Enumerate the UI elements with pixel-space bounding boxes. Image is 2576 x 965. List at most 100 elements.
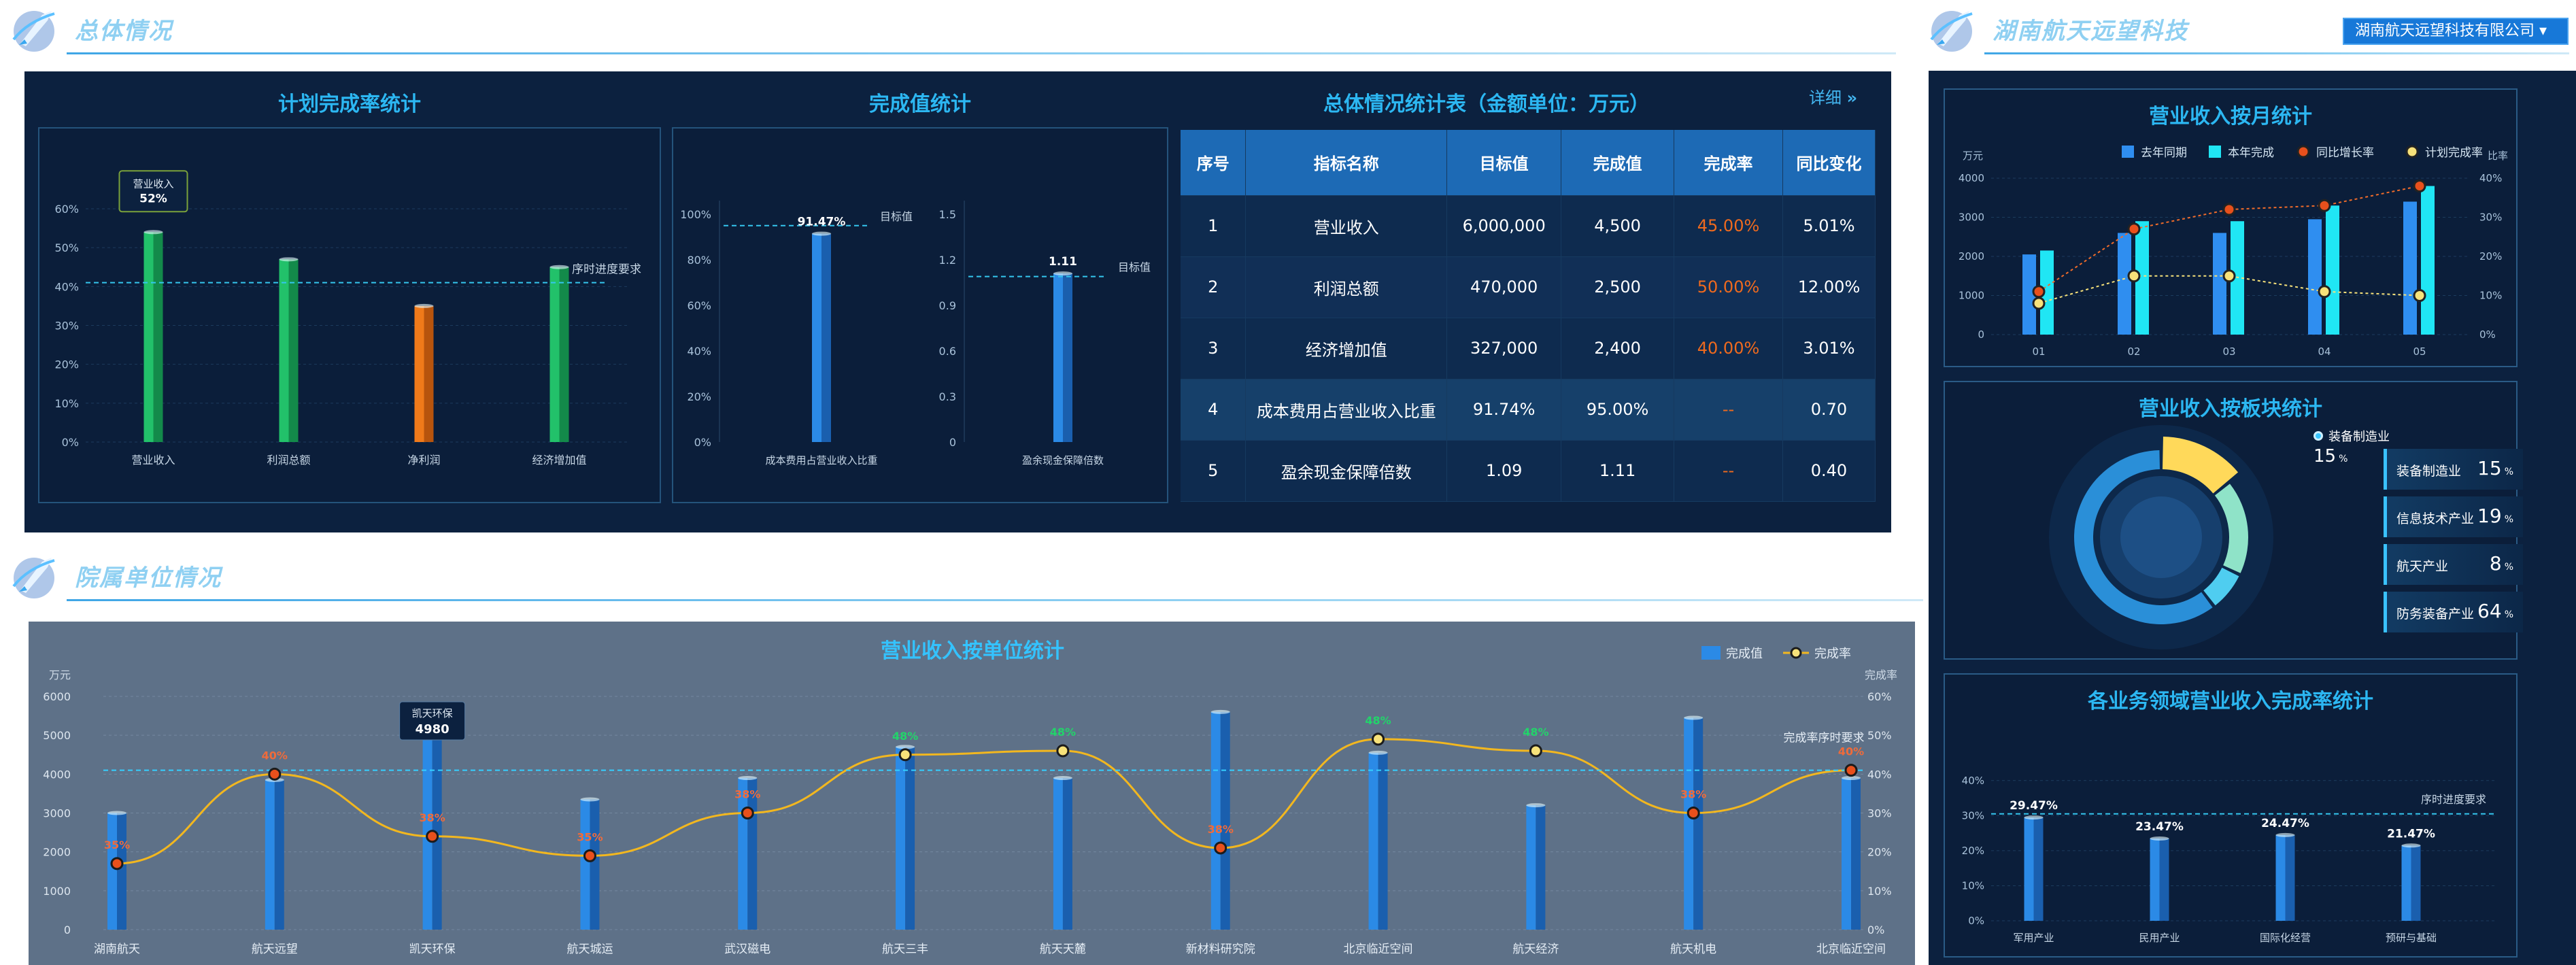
domain-bar-face <box>2150 838 2160 921</box>
x-tick-label: 01 <box>2032 345 2045 358</box>
plan-bar-side <box>288 259 299 442</box>
segment-value-number: 8 <box>2489 552 2502 575</box>
plan-chart-title: 计划完成率统计 <box>278 92 421 116</box>
last-year-bar <box>2403 201 2417 335</box>
y-tick-label: 0% <box>62 436 79 449</box>
x-tick-label: 航天三丰 <box>882 943 928 956</box>
plan-point <box>2222 269 2236 283</box>
bar-value-label: 24.47% <box>2261 817 2309 830</box>
y-tick-label: 10% <box>1962 879 1984 892</box>
rate-label: 38% <box>1680 788 1706 801</box>
domain-bar-side <box>2285 834 2295 921</box>
segment-name: 航天产业 <box>2396 559 2449 574</box>
y-left-unit: 万元 <box>1963 150 1983 162</box>
done-bar <box>812 231 831 442</box>
table-cell: 2,400 <box>1561 318 1675 379</box>
x-tick-label: 武汉磁电 <box>724 943 770 956</box>
domain-bar-cap <box>2275 832 2295 837</box>
table-header-cell: 目标值 <box>1446 130 1562 196</box>
tooltip-value: 4980 <box>416 722 450 737</box>
y-tick-label: 40% <box>687 345 711 358</box>
plan-point <box>2032 297 2046 310</box>
table-cell: 1.09 <box>1446 440 1562 502</box>
table-header-cell: 同比变化 <box>1782 130 1876 196</box>
rocket-logo-icon <box>1930 11 1973 52</box>
domain-bar-side <box>2411 845 2421 921</box>
unit-bar-cap <box>738 776 758 781</box>
unit-bar-face <box>107 813 117 930</box>
plan-bar-cap <box>279 257 299 262</box>
plan-bar <box>549 265 569 442</box>
done-bar-cap <box>1053 271 1072 276</box>
segment-legend-item: 信息技术产业 19% <box>2384 496 2523 537</box>
x-tick-label: 成本费用占营业收入比重 <box>765 454 877 467</box>
unit-bar-side <box>117 813 126 930</box>
y-tick-label: 60% <box>687 299 711 312</box>
yoy-point <box>2318 199 2331 212</box>
unit-bar-cap <box>580 797 600 802</box>
y-right-tick-label: 30% <box>2479 211 2502 224</box>
table-cell: 2 <box>1181 256 1247 318</box>
plan-tooltip: 营业收入 52% <box>118 170 188 213</box>
rate-point <box>583 849 596 862</box>
summary-table-title: 总体情况统计表（金额单位：万元） <box>1323 92 1650 116</box>
y-tick-label: 2000 <box>43 846 71 859</box>
x-tick-label: 航天城运 <box>566 943 613 956</box>
progress-label: 序时进度要求 <box>572 263 641 277</box>
segment-value: 8% <box>2490 552 2513 575</box>
last-year-bar <box>2118 233 2131 335</box>
segment-legend-item: 装备制造业 15% <box>2384 449 2523 490</box>
highlight-unit: % <box>2339 454 2348 464</box>
right-title: 湖南航天远望科技 <box>1993 18 2188 45</box>
plan-bar-cap <box>143 230 163 235</box>
this-year-bar <box>2326 205 2339 335</box>
table-cell: 470,000 <box>1446 256 1562 318</box>
unit-bar-side <box>274 779 284 930</box>
x-tick-label: 凯天环保 <box>409 943 456 956</box>
y-right-tick-label: 20% <box>1867 846 1892 859</box>
table-header-cell: 指标名称 <box>1245 130 1448 196</box>
section-units-header: 院属单位情况 <box>7 548 1925 603</box>
legend-line-dot <box>1790 647 1802 659</box>
table-cell: 成本费用占营业收入比重 <box>1245 379 1448 441</box>
x-tick-label: 航天机电 <box>1670 943 1716 956</box>
plan-bar <box>279 257 299 442</box>
unit-bar <box>1368 750 1388 930</box>
unit-chart: 万元 完成率 6000 60% 5000 50% 4000 40% 3000 30% 2000 20%… <box>43 646 1897 956</box>
y-tick-label: 4000 <box>1959 172 1984 184</box>
unit-bar <box>580 797 600 930</box>
y-tick-label: 0 <box>64 924 71 936</box>
legend-label: 同比增长率 <box>2316 146 2374 160</box>
table-cell: 0.70 <box>1782 379 1876 441</box>
y-tick-label: 30% <box>1962 809 1984 822</box>
segment-value: 19% <box>2477 505 2513 527</box>
x-tick-label: 02 <box>2127 345 2140 358</box>
segment-value: 64% <box>2477 600 2513 622</box>
segment-name: 信息技术产业 <box>2396 511 2475 526</box>
rate-label: 38% <box>419 811 445 824</box>
plan-bar-cap <box>549 265 569 269</box>
company-select[interactable]: 湖南航天远望科技有限公司 ▾ <box>2343 18 2569 45</box>
target-label: 目标值 <box>880 210 913 223</box>
x-tick-label: 盈余现金保障倍数 <box>1022 454 1104 467</box>
unit-bar-side <box>1378 752 1388 930</box>
rate-label: 40% <box>1838 745 1864 758</box>
y-tick-label: 0% <box>1968 915 1984 927</box>
rate-label: 48% <box>1365 714 1391 727</box>
last-year-bar <box>2213 233 2226 335</box>
rate-point <box>110 857 124 870</box>
segment-highlight: 装备制造业 15% <box>2314 427 2390 467</box>
done-bar-side <box>1063 273 1072 442</box>
highlight-value: 15 <box>2314 446 2337 467</box>
x-tick-label: 北京临近空间 <box>1344 943 1413 956</box>
segment-value-unit: % <box>2504 609 2513 620</box>
plan-bar-cap <box>414 303 434 308</box>
table-cell: 0.40 <box>1782 440 1876 502</box>
detail-link[interactable]: 详细 » <box>1809 84 1857 108</box>
unit-bar-face <box>1210 711 1221 930</box>
progress-label: 序时进度要求 <box>2421 793 2486 806</box>
x-tick-label: 国际化经营 <box>2260 932 2311 944</box>
y-right-unit: 完成率 <box>1865 668 1897 681</box>
section-divider <box>67 599 1923 601</box>
plan-bar-face <box>414 305 424 442</box>
